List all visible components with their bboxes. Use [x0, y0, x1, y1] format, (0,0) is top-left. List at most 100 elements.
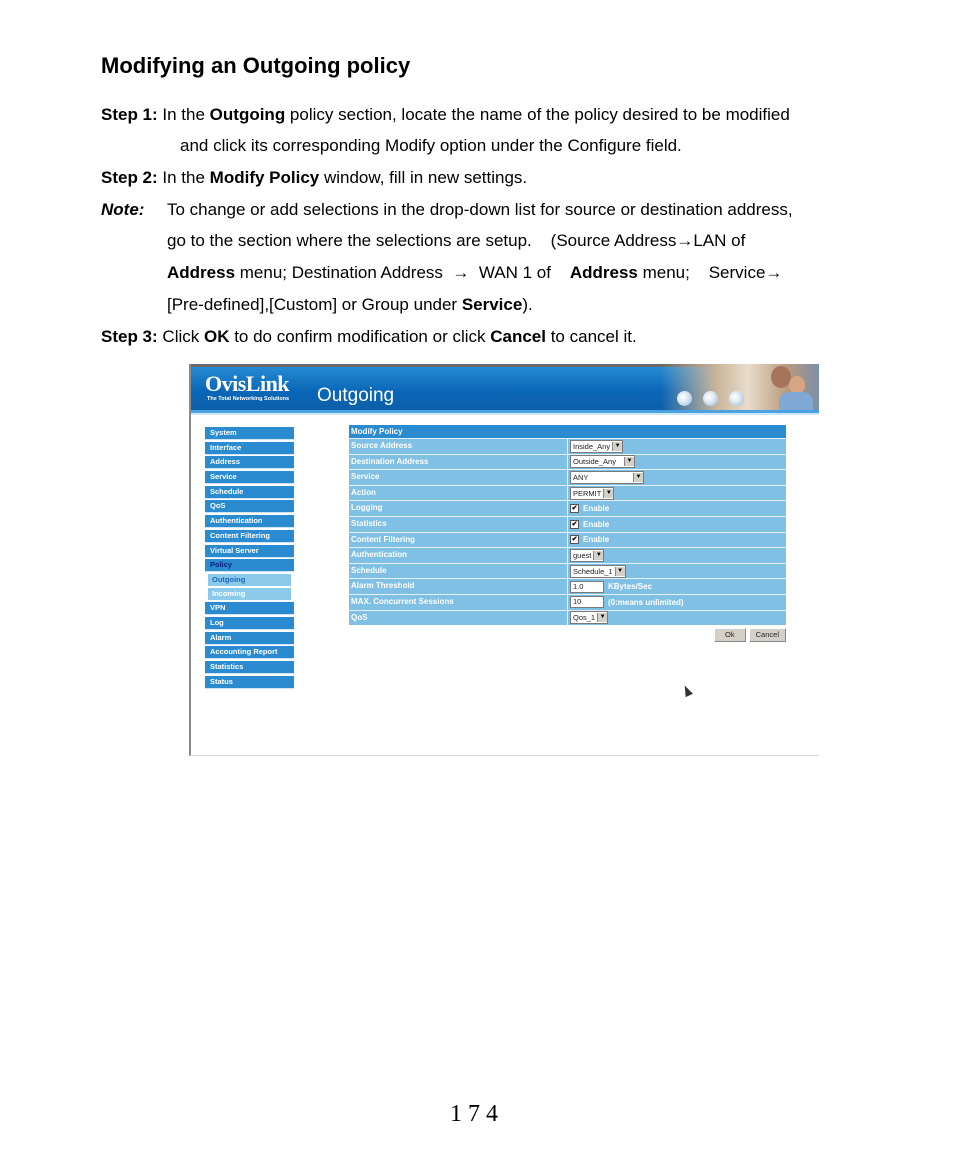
step-2: Step 2: In the Modify Policy window, fil…: [101, 168, 527, 188]
note-label-wrap: Note:: [101, 200, 144, 220]
nav-item-vpn[interactable]: VPN: [205, 602, 294, 616]
nav-item-qos[interactable]: QoS: [205, 500, 294, 514]
nav-item-content-filtering[interactable]: Content Filtering: [205, 529, 294, 543]
bold-term: Address: [569, 263, 638, 282]
selected-value: ANY: [573, 472, 589, 482]
bold-term: Service: [461, 295, 523, 314]
cancel-button[interactable]: Cancel: [748, 628, 786, 643]
field-label: Destination Address: [349, 454, 568, 470]
nav-subitem-outgoing[interactable]: Outgoing: [208, 574, 291, 587]
ok-button[interactable]: Ok: [714, 628, 746, 643]
hint-label: (0:means unlimited): [608, 597, 684, 607]
dropdown-arrow-icon: ▼: [612, 441, 623, 451]
alarm-threshold-input[interactable]: 1.0: [570, 580, 604, 593]
photo-person-icon: [771, 366, 791, 388]
nav-item-system[interactable]: System: [205, 427, 294, 440]
nav-subitem-incoming[interactable]: Incoming: [208, 588, 291, 601]
service-select[interactable]: ANY ▼: [570, 470, 644, 484]
nav-item-status[interactable]: Status: [205, 675, 294, 689]
dropdown-arrow-icon: ▼: [633, 472, 643, 482]
field-label: Authentication: [349, 548, 568, 563]
step-3: Step 3: Click OK to do confirm modificat…: [101, 327, 637, 347]
text: to cancel it.: [545, 327, 637, 346]
form-row-destination-address: Destination Address Outside_Any ▼: [349, 453, 786, 470]
form-row-alarm-threshold: Alarm Threshold 1.0 KBytes/Sec: [349, 578, 786, 594]
brand-logo: OvisLink: [205, 371, 290, 396]
step-2-label: Step 2:: [101, 168, 158, 187]
bold-term: Outgoing: [209, 105, 286, 124]
modify-policy-form: Modify Policy Source Address Inside_Any ▼…: [349, 425, 786, 643]
note-line-3: Address menu; Destination Address → WAN …: [167, 263, 782, 283]
nav-item-interface[interactable]: Interface: [205, 441, 294, 455]
field-label: Alarm Threshold: [349, 579, 568, 594]
nav-item-virtual-server[interactable]: Virtual Server: [205, 544, 294, 558]
nav-item-schedule[interactable]: Schedule: [205, 485, 294, 499]
destination-address-select[interactable]: Outside_Any ▼: [570, 455, 635, 469]
sidebar-nav: System Interface Address Service Schedul…: [205, 427, 294, 690]
nav-item-address[interactable]: Address: [205, 456, 294, 470]
form-row-statistics: Statistics ✔ Enable: [349, 515, 786, 532]
source-address-select[interactable]: Inside_Any ▼: [570, 439, 624, 453]
globe-icon: [729, 391, 744, 406]
bold-term: Cancel: [490, 327, 546, 346]
form-row-logging: Logging ✔ Enable: [349, 500, 786, 516]
form-header: Modify Policy: [349, 425, 786, 438]
nav-item-log[interactable]: Log: [205, 616, 294, 630]
document-title: Modifying an Outgoing policy: [101, 53, 411, 78]
nav-item-policy[interactable]: Policy: [205, 559, 294, 573]
field-label: Source Address: [349, 439, 568, 454]
note-label: Note:: [101, 200, 145, 219]
form-row-qos: QoS Qos_1 ▼: [349, 609, 786, 626]
text: Click: [157, 327, 204, 346]
step-1-line-2: and click its corresponding Modify optio…: [180, 136, 682, 155]
nav-item-authentication[interactable]: Authentication: [205, 515, 294, 529]
selected-value: PERMIT: [573, 488, 602, 498]
globe-icon: [703, 391, 718, 406]
brand-tagline: The Total Networking Solutions: [207, 396, 290, 402]
text: In the: [157, 105, 210, 124]
field-label: MAX. Concurrent Sessions: [349, 594, 568, 610]
checkbox-label: Enable: [583, 535, 610, 545]
text: window, fill in new settings.: [319, 168, 528, 187]
page-number: 174: [450, 1101, 504, 1127]
action-select[interactable]: PERMIT ▼: [570, 486, 615, 500]
field-label: Schedule: [349, 563, 568, 579]
field-label: Statistics: [349, 516, 568, 532]
form-row-authentication: Authentication guest ▼: [349, 547, 786, 563]
field-label: Content Filtering: [349, 532, 568, 548]
text: menu; Destination Address → WAN 1 of: [235, 263, 570, 282]
qos-select[interactable]: Qos_1 ▼: [570, 611, 609, 625]
field-label: Logging: [349, 501, 568, 516]
router-ui-screenshot: OvisLink The Total Networking Solutions …: [189, 364, 819, 756]
page-title: Outgoing: [317, 385, 395, 406]
selected-value: Schedule_1: [573, 566, 613, 576]
form-row-schedule: Schedule Schedule_1 ▼: [349, 562, 786, 579]
step-1-line-1: Step 1: In the Outgoing policy section, …: [101, 105, 790, 125]
note-line-1: To change or add selections in the drop-…: [167, 200, 793, 219]
logging-checkbox[interactable]: ✔: [570, 504, 579, 514]
dropdown-arrow-icon: ▼: [614, 566, 625, 576]
form-row-content-filtering: Content Filtering ✔ Enable: [349, 531, 786, 548]
globe-icon: [677, 391, 692, 406]
content-filtering-checkbox[interactable]: ✔: [570, 535, 579, 545]
checkbox-label: Enable: [583, 519, 610, 529]
authentication-select[interactable]: guest ▼: [570, 548, 605, 562]
selected-value: Inside_Any: [573, 441, 611, 451]
note-line-2: go to the section where the selections a…: [167, 231, 746, 250]
form-row-action: Action PERMIT ▼: [349, 484, 786, 501]
text: In the: [157, 168, 210, 187]
bold-term: Modify Policy: [209, 168, 320, 187]
selected-value: guest: [573, 550, 592, 560]
form-row-source-address: Source Address Inside_Any ▼: [349, 438, 786, 454]
nav-item-statistics[interactable]: Statistics: [205, 660, 294, 674]
text: [Pre-defined],[Custom] or Group under: [167, 295, 462, 314]
nav-item-service[interactable]: Service: [205, 471, 294, 485]
dropdown-arrow-icon: ▼: [597, 613, 608, 623]
nav-item-accounting-report[interactable]: Accounting Report: [205, 646, 294, 660]
statistics-checkbox[interactable]: ✔: [570, 519, 579, 529]
nav-item-alarm[interactable]: Alarm: [205, 631, 294, 645]
note-line-4: [Pre-defined],[Custom] or Group under Se…: [167, 295, 533, 315]
schedule-select[interactable]: Schedule_1 ▼: [570, 564, 626, 578]
max-sessions-input[interactable]: 10: [570, 596, 604, 609]
step-1-label: Step 1:: [101, 105, 158, 124]
